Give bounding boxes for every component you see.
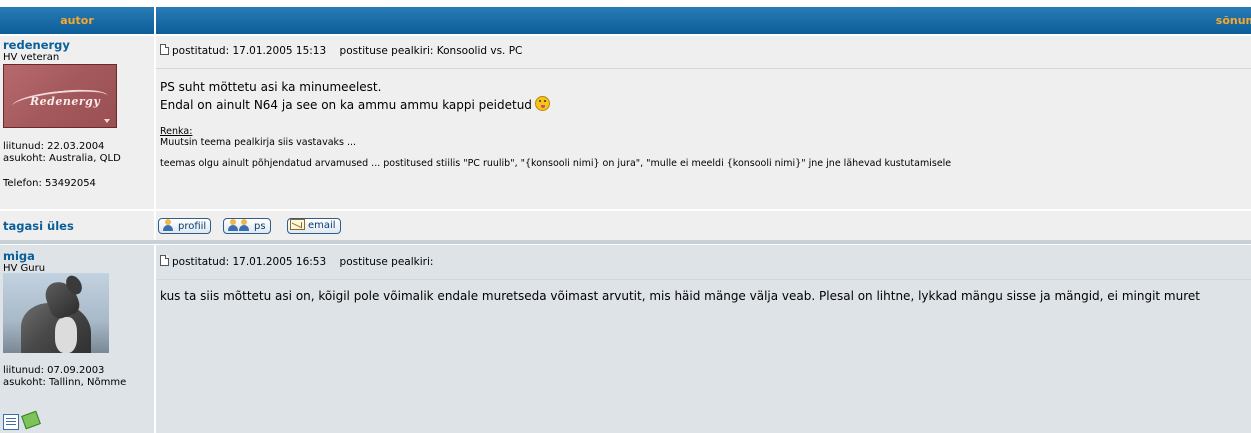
edit-note-text: teemas olgu ainult põhjendatud arvamused… <box>160 158 952 169</box>
post-divider <box>156 279 1251 280</box>
profile-card-icon[interactable] <box>3 414 19 430</box>
post-subject: postituse pealkiri: <box>339 256 434 268</box>
user-rank: HV veteran <box>3 52 60 63</box>
envelope-icon <box>290 219 305 230</box>
post-body-line: Endal on ainult N64 ja see on ka ammu am… <box>160 98 532 112</box>
avatar-logo-text: Redenergy <box>30 95 101 108</box>
user-joined: liitunud: 07.09.2003 <box>3 365 105 376</box>
pm-button-label: ps <box>254 221 266 232</box>
avatar <box>3 273 109 353</box>
user-location: asukoht: Tallinn, Nõmme <box>3 377 127 388</box>
edit-note-title: Renka: <box>160 126 193 137</box>
post-subject: postituse pealkiri: Konsoolid vs. PC <box>339 45 523 57</box>
avatar: Redenergy <box>3 64 117 128</box>
private-message-button[interactable]: ps <box>223 218 271 234</box>
post-author-panel: redenergy HV veteran Redenergy liitunud:… <box>0 36 154 209</box>
post-body: kus ta siis mõttetu asi on, kõigil pole … <box>160 289 1200 303</box>
post-body: PS suht möttetu asi ka minumeelest. Enda… <box>160 78 550 114</box>
edit-note-text: Muutsin teema pealkirja siis vastavaks .… <box>160 137 357 148</box>
post-icon[interactable] <box>160 255 169 266</box>
post-body-line: PS suht möttetu asi ka minumeelest. <box>160 80 382 94</box>
smiley-icon <box>534 96 550 111</box>
post-header: postitatud: 17.01.2005 16:53 postituse p… <box>160 255 433 268</box>
post-separator <box>0 240 1251 244</box>
post-icon[interactable] <box>160 44 169 55</box>
user-location: asukoht: Australia, QLD <box>3 153 121 164</box>
post-message-panel: postitatud: 17.01.2005 16:53 postituse p… <box>156 245 1251 433</box>
profile-icon <box>161 219 175 231</box>
profile-button[interactable]: profiil <box>158 218 212 234</box>
wolf-chest-graphic <box>55 317 77 353</box>
profile-button-label: profiil <box>178 221 207 232</box>
user-joined: liitunud: 22.03.2004 <box>3 141 105 152</box>
top-border <box>0 0 1251 7</box>
post-header: postitatud: 17.01.2005 15:13 postituse p… <box>160 44 522 57</box>
user-phone: Telefon: 53492054 <box>3 178 96 189</box>
email-button-label: email <box>308 220 336 231</box>
avatar-triangle-graphic <box>104 119 110 123</box>
back-to-top-link[interactable]: tagasi üles <box>3 219 74 233</box>
username-link[interactable]: miga <box>3 249 35 263</box>
email-button[interactable]: email <box>287 218 341 234</box>
post-body-line-with-smiley: Endal on ainult N64 ja see on ka ammu am… <box>160 96 550 114</box>
author-column-header: autor <box>0 7 154 34</box>
username-link[interactable]: redenergy <box>3 38 70 52</box>
post-date: postitatud: 17.01.2005 15:13 <box>172 45 327 57</box>
post-message-panel: postitatud: 17.01.2005 15:13 postituse p… <box>156 36 1251 209</box>
post-date: postitatud: 17.01.2005 16:53 <box>172 256 327 268</box>
message-column-header: sõnum <box>156 7 1251 34</box>
users-icon <box>237 219 251 231</box>
post-divider <box>156 68 1251 69</box>
